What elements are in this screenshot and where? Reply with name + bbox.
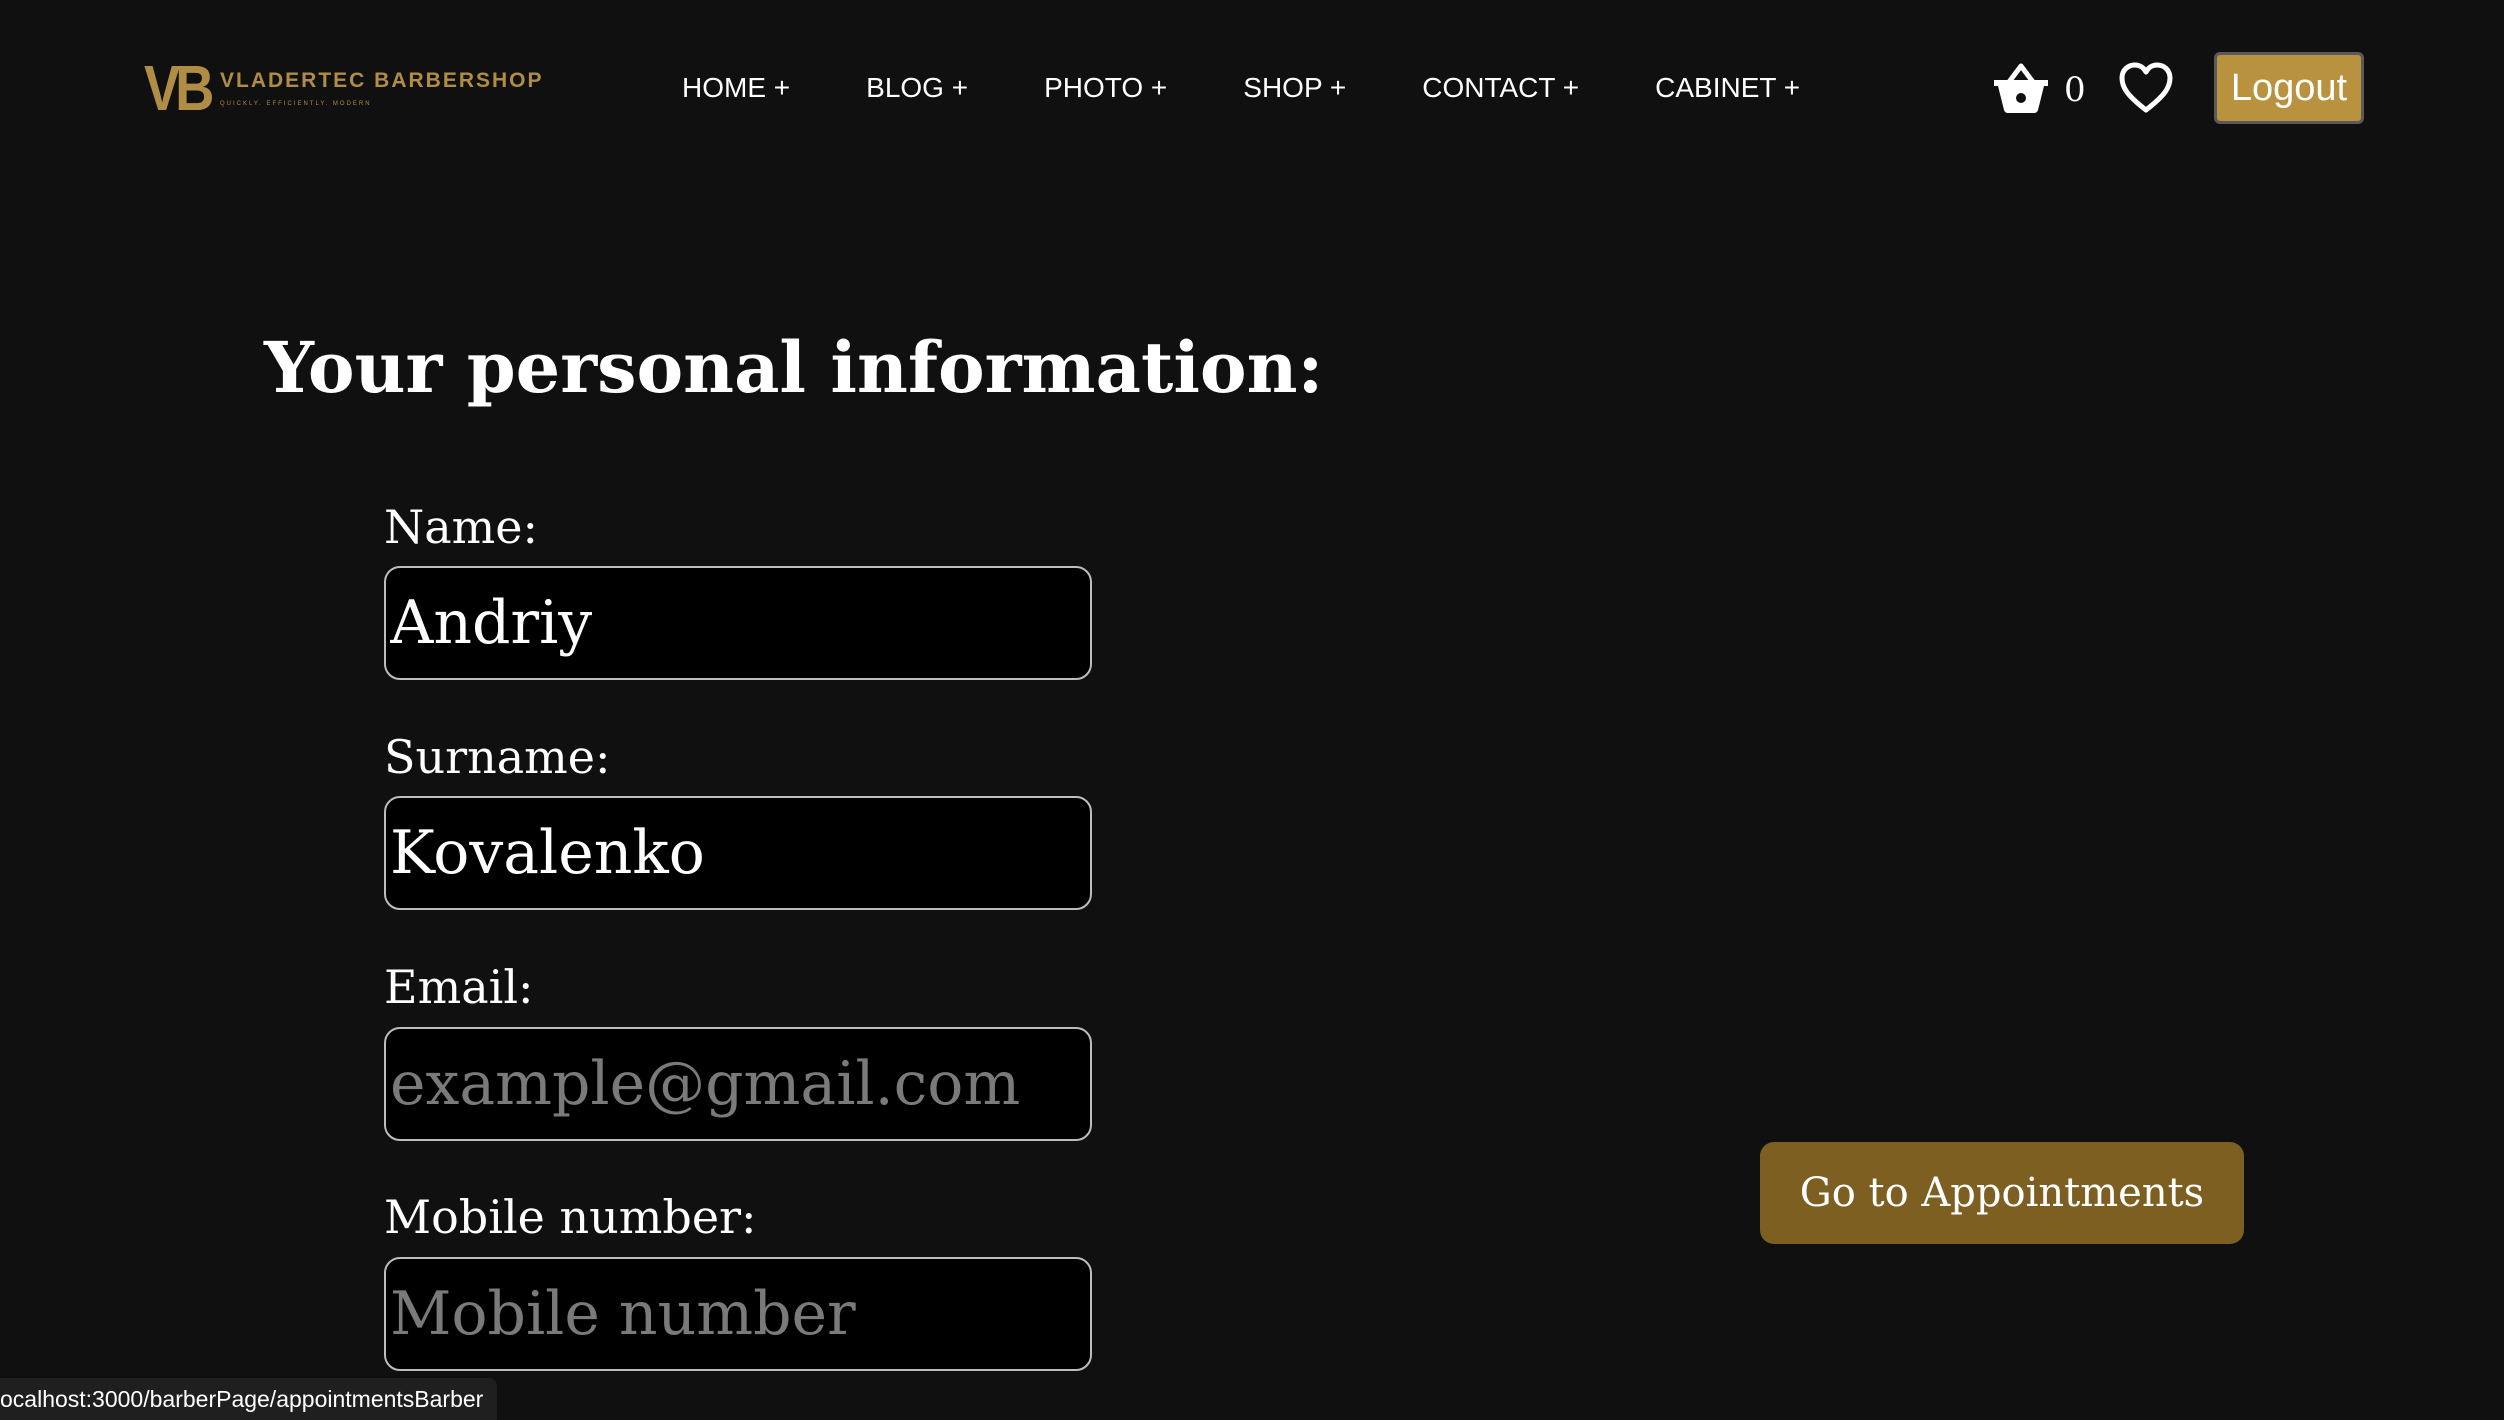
- nav-cabinet[interactable]: CABINET +: [1655, 72, 1800, 104]
- name-input[interactable]: [384, 566, 1092, 680]
- main-nav: HOME + BLOG + PHOTO + SHOP + CONTACT + C…: [682, 72, 1876, 104]
- nav-home[interactable]: HOME +: [682, 72, 790, 104]
- site-logo[interactable]: VB VLADERTEC BARBERSHOP QUICKLY. EFFICIE…: [144, 56, 544, 120]
- page: VB VLADERTEC BARBERSHOP QUICKLY. EFFICIE…: [0, 0, 2504, 1420]
- logout-button[interactable]: Logout: [2214, 52, 2364, 124]
- nav-blog[interactable]: BLOG +: [866, 72, 968, 104]
- name-label: Name:: [384, 500, 539, 554]
- logo-name: VLADERTEC BARBERSHOP: [220, 69, 544, 92]
- nav-photo[interactable]: PHOTO +: [1044, 72, 1167, 104]
- nav-contact[interactable]: CONTACT +: [1422, 72, 1579, 104]
- nav-shop[interactable]: SHOP +: [1243, 72, 1346, 104]
- logo-text: VLADERTEC BARBERSHOP QUICKLY. EFFICIENTL…: [220, 69, 544, 107]
- page-title: Your personal information:: [264, 326, 1324, 409]
- mobile-label: Mobile number:: [384, 1190, 757, 1244]
- logo-mark: VB: [144, 52, 214, 124]
- go-to-appointments-button[interactable]: Go to Appointments: [1760, 1142, 2244, 1244]
- status-bar-url: ocalhost:3000/barberPage/appointmentsBar…: [0, 1378, 498, 1420]
- email-input[interactable]: [384, 1027, 1092, 1141]
- surname-input[interactable]: [384, 796, 1092, 910]
- surname-label: Surname:: [384, 730, 611, 784]
- basket-icon: [1992, 62, 2050, 118]
- favorites-button[interactable]: [2118, 62, 2174, 118]
- heart-icon: [2118, 62, 2174, 118]
- mobile-input[interactable]: [384, 1257, 1092, 1371]
- cart-button[interactable]: 0: [1992, 62, 2086, 118]
- logo-tagline: QUICKLY. EFFICIENTLY. MODERN: [220, 101, 372, 107]
- email-label: Email:: [384, 960, 534, 1014]
- cart-count: 0: [2064, 70, 2086, 110]
